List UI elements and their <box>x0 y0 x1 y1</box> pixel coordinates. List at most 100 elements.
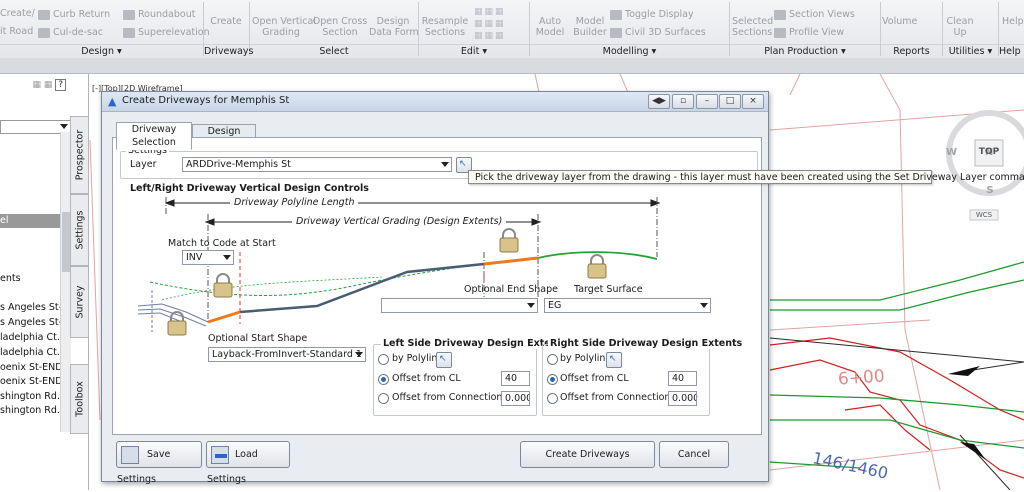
chevron-down-icon <box>355 352 363 357</box>
optional-start-shape-label: Optional Start Shape <box>208 333 308 344</box>
match-to-code-label: Match to Code at Start <box>168 238 276 249</box>
right-offset-cl-radio[interactable] <box>547 374 558 385</box>
civil-3d-surfaces-button[interactable]: Civil 3D Surfaces <box>610 27 706 38</box>
panel-select: Select <box>250 44 418 58</box>
open-cross-section-button[interactable]: Open Cross Section <box>312 16 368 38</box>
save-settings-icon <box>121 446 139 464</box>
create-button[interactable]: Create/ <box>0 8 35 19</box>
left-offset-conn-radio[interactable] <box>378 393 389 404</box>
target-surface-label: Target Surface <box>574 284 643 295</box>
panel-design[interactable]: Design ▾ <box>0 44 203 58</box>
start-shape-select[interactable]: Layback-FromInvert-Standard 1 <box>208 347 366 362</box>
help-button[interactable]: Help <box>1002 16 1024 27</box>
roundabout-button[interactable]: Roundabout <box>123 9 195 20</box>
panel-modelling[interactable]: Modelling ▾ <box>530 44 729 58</box>
wcs-label[interactable]: WCS <box>970 211 998 219</box>
toolspace-palette: ▦ ▦ ? el ents s Angeles St-... s Angeles… <box>0 74 89 490</box>
panel-driveways: Driveways <box>204 44 254 57</box>
lock-icon <box>499 228 519 253</box>
polyline-length-label: Driveway Polyline Length <box>230 197 359 208</box>
left-by-polyline-radio[interactable] <box>378 354 389 365</box>
resample-sections-button[interactable]: Resample Sections <box>421 16 469 38</box>
lock-icon <box>167 311 187 336</box>
tab-toolbox[interactable]: Toolbox <box>70 364 89 434</box>
right-offset-conn-radio[interactable] <box>547 393 558 404</box>
cancel-button[interactable]: Cancel <box>659 441 729 468</box>
lock-icon <box>587 254 607 279</box>
tree-item[interactable]: ents <box>0 273 21 284</box>
clean-up-button[interactable]: Clean Up <box>944 16 976 38</box>
tree-item[interactable]: ladelphia Ct... <box>0 347 66 358</box>
panel-edit[interactable]: Edit ▾ <box>419 44 529 58</box>
viewcube-south-label: S <box>986 185 994 196</box>
vertical-design-diagram <box>137 197 661 336</box>
chevron-down-icon <box>527 303 535 308</box>
profile-view-button[interactable]: Profile View <box>774 27 844 38</box>
palette-toolbar-icons[interactable]: ▦ ▦ ? <box>4 79 66 92</box>
left-offset-cl-label: Offset from CL <box>392 373 461 384</box>
scrollbar-thumb[interactable] <box>62 212 70 272</box>
layer-pick-tooltip: Pick the driveway layer from the drawing… <box>468 170 1024 184</box>
pick-cursor-icon: ↖ <box>439 354 447 364</box>
end-shape-select[interactable] <box>381 298 538 313</box>
create-driveways-button[interactable]: Create Driveways <box>520 441 655 468</box>
right-by-polyline-radio[interactable] <box>547 354 558 365</box>
tab-settings[interactable]: Settings <box>70 194 89 266</box>
tree-item[interactable]: shington Rd... <box>0 405 66 416</box>
auto-model-button[interactable]: Auto Model <box>532 16 568 38</box>
tab-prospector[interactable]: Prospector <box>70 116 89 194</box>
status-strip <box>0 58 1024 74</box>
right-pick-polyline-button[interactable]: ↖ <box>606 352 622 368</box>
cul-de-sac-icon <box>38 27 50 38</box>
toggle-display-icon <box>610 9 622 20</box>
chevron-down-icon <box>60 124 68 129</box>
load-settings-icon <box>211 446 229 464</box>
tab-survey[interactable]: Survey <box>70 266 89 338</box>
panel-plan-production[interactable]: Plan Production ▾ <box>730 44 880 58</box>
right-offset-conn-input[interactable]: 0.000 <box>668 391 697 406</box>
section-views-icon <box>774 9 786 20</box>
viewcube-top-face[interactable]: TOP <box>976 147 1002 157</box>
left-offset-cl-input[interactable]: 40 <box>501 371 530 386</box>
edit-tools-icons[interactable]: ▦▦▦ ▦▦▦ ▦▦▦ <box>474 6 526 41</box>
left-pick-polyline-button[interactable]: ↖ <box>436 352 452 368</box>
match-code-select[interactable]: INV <box>182 250 234 265</box>
roundabout-icon <box>123 9 135 20</box>
right-offset-cl-label: Offset from CL <box>560 373 629 384</box>
tab-driveway-selection[interactable]: Driveway Selection <box>116 122 192 150</box>
tree-item[interactable]: el <box>0 215 8 226</box>
right-extents-title: Right Side Driveway Design Extents <box>548 338 745 349</box>
create-driveways-dialog: ▲ Create Driveways for Memphis St ◀▶ ▫ –… <box>101 91 769 485</box>
target-surface-select[interactable]: EG <box>544 298 711 313</box>
panel-help: Help <box>999 44 1024 58</box>
right-by-polyline-label: by Polyline <box>560 353 612 364</box>
panel-utilities[interactable]: Utilities ▾ <box>943 44 998 58</box>
optional-end-shape-label: Optional End Shape <box>464 284 559 295</box>
toggle-display-button[interactable]: Toggle Display <box>610 9 694 20</box>
panel-reports: Reports <box>881 44 942 58</box>
chevron-down-icon <box>700 303 708 308</box>
design-data-form-button[interactable]: Design Data Form <box>369 16 419 38</box>
right-offset-cl-input[interactable]: 40 <box>668 371 697 386</box>
civil-3d-surfaces-icon <box>610 27 622 38</box>
curb-return-button[interactable]: Curb Return <box>38 9 110 20</box>
driveways-create-button[interactable]: Create <box>206 16 246 27</box>
volume-button[interactable]: Volume <box>882 16 917 27</box>
selected-sections-button[interactable]: Selected Sections <box>732 16 773 38</box>
station-label: 6+00 <box>837 366 886 390</box>
it-road-button[interactable]: it Road <box>0 26 33 37</box>
cul-de-sac-button[interactable]: Cul-de-sac <box>38 27 103 38</box>
save-settings-button[interactable]: Save Settings <box>116 441 202 485</box>
viewcube-west-label: W <box>946 147 958 158</box>
tree-item[interactable]: ladelphia Ct... <box>0 332 66 343</box>
open-vertical-grading-button[interactable]: Open Vertical Grading <box>252 16 316 38</box>
left-offset-conn-input[interactable]: 0.000 <box>501 391 530 406</box>
lock-icon <box>213 273 233 298</box>
chevron-down-icon <box>223 255 231 260</box>
model-builder-button[interactable]: Model Builder <box>570 16 610 38</box>
tree-item[interactable]: shington Rd... <box>0 391 66 402</box>
section-views-button[interactable]: Section Views <box>774 9 855 20</box>
superelevation-button[interactable]: Superelevation <box>123 27 210 38</box>
left-offset-cl-radio[interactable] <box>378 374 389 385</box>
load-settings-button[interactable]: Load Settings <box>206 441 290 485</box>
